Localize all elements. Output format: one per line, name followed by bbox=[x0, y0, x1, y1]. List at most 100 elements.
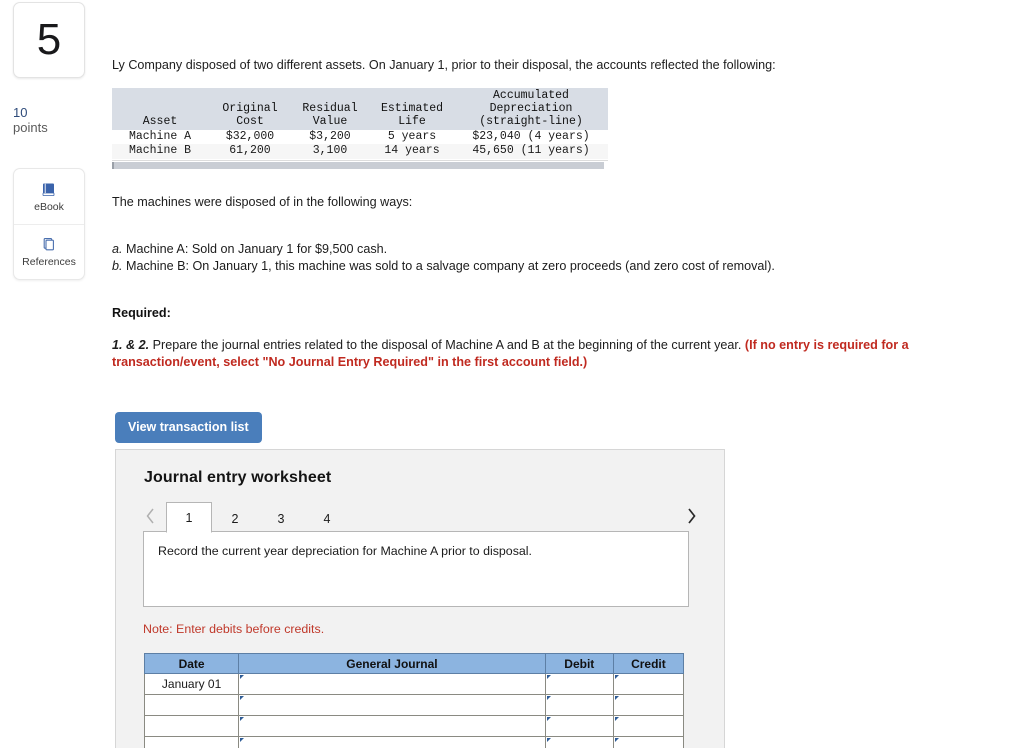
cell-debit[interactable] bbox=[544, 694, 614, 716]
cell-debit[interactable] bbox=[544, 736, 614, 748]
cell-asset: Machine A bbox=[112, 129, 210, 145]
cell-credit[interactable] bbox=[612, 694, 685, 716]
list-item-marker: b. bbox=[112, 259, 123, 273]
cell-accumulated-depreciation: $23,040 (4 years) bbox=[456, 129, 608, 145]
cell-asset: Machine B bbox=[112, 144, 210, 159]
table-row: January 01 bbox=[143, 673, 685, 695]
required-text: Prepare the journal entries related to t… bbox=[149, 338, 745, 352]
journal-header-date: Date bbox=[143, 653, 240, 674]
cell-marker-icon bbox=[614, 675, 619, 679]
points-block: 10 points bbox=[13, 105, 93, 135]
cell-general-journal[interactable] bbox=[238, 736, 546, 748]
worksheet-title: Journal entry worksheet bbox=[144, 469, 332, 486]
worksheet-tabs: 1 2 3 4 bbox=[142, 500, 702, 533]
cell-marker-icon bbox=[240, 717, 245, 721]
header-original-cost: Original Cost bbox=[210, 88, 292, 130]
points-label: points bbox=[13, 120, 48, 135]
tools-panel: eBook References bbox=[13, 168, 85, 280]
table-row bbox=[143, 694, 685, 716]
header-residual-value: Residual Value bbox=[292, 88, 370, 130]
next-tab-arrow[interactable] bbox=[683, 505, 699, 527]
asset-table-scrollbar[interactable] bbox=[112, 159, 608, 169]
pages-icon bbox=[40, 236, 58, 254]
tab-label: 2 bbox=[231, 512, 239, 526]
question-number: 5 bbox=[36, 15, 62, 64]
required-number: 1. & 2. bbox=[112, 338, 150, 352]
cell-general-journal[interactable] bbox=[238, 715, 546, 737]
instruction-box: Record the current year depreciation for… bbox=[143, 531, 689, 607]
tab-label: 1 bbox=[185, 510, 193, 525]
cell-debit[interactable] bbox=[544, 673, 614, 695]
required-header: Required: bbox=[112, 306, 171, 320]
question-number-box: 5 bbox=[13, 2, 85, 78]
tab-3[interactable]: 3 bbox=[258, 505, 304, 533]
tab-list: 1 2 3 4 bbox=[166, 500, 350, 533]
tab-2[interactable]: 2 bbox=[212, 505, 258, 533]
list-item: a. Machine A: Sold on January 1 for $9,5… bbox=[112, 241, 775, 258]
ebook-label: eBook bbox=[34, 200, 64, 213]
book-icon bbox=[40, 181, 58, 199]
journal-header-row: Date General Journal Debit Credit bbox=[143, 653, 685, 674]
disposal-list: a. Machine A: Sold on January 1 for $9,5… bbox=[112, 241, 775, 275]
scrollbar-thumb[interactable] bbox=[112, 161, 604, 169]
problem-intro: Ly Company disposed of two different ass… bbox=[112, 58, 776, 72]
chevron-left-icon bbox=[146, 508, 154, 524]
cell-marker-icon bbox=[614, 696, 619, 700]
references-button[interactable]: References bbox=[14, 224, 84, 279]
question-page: 5 10 points eBook References Ly Company … bbox=[0, 0, 1024, 748]
cell-date[interactable] bbox=[143, 715, 240, 737]
cell-residual-value: 3,100 bbox=[292, 144, 370, 159]
debits-before-credits-note: Note: Enter debits before credits. bbox=[143, 622, 325, 636]
cell-residual-value: $3,200 bbox=[292, 129, 370, 145]
view-transaction-list-button[interactable]: View transaction list bbox=[115, 412, 262, 443]
journal-header-debit: Debit bbox=[544, 653, 614, 674]
cell-general-journal[interactable] bbox=[238, 694, 546, 716]
cell-marker-icon bbox=[546, 717, 551, 721]
required-instructions: 1. & 2. Prepare the journal entries rela… bbox=[112, 337, 924, 371]
table-row: Machine B 61,200 3,100 14 years 45,650 (… bbox=[112, 144, 608, 159]
journal-table: Date General Journal Debit Credit Januar… bbox=[143, 653, 685, 748]
asset-table-header-row: Asset Original Cost Residual Value Estim… bbox=[112, 88, 608, 130]
cell-debit[interactable] bbox=[544, 715, 614, 737]
points-value: 10 bbox=[13, 105, 28, 120]
cell-original-cost: 61,200 bbox=[210, 144, 292, 159]
cell-date[interactable] bbox=[143, 694, 240, 716]
tab-1[interactable]: 1 bbox=[166, 502, 212, 533]
cell-credit[interactable] bbox=[612, 715, 685, 737]
cell-credit[interactable] bbox=[612, 736, 685, 748]
tab-label: 3 bbox=[277, 512, 285, 526]
cell-date[interactable] bbox=[143, 736, 240, 748]
prev-tab-arrow[interactable] bbox=[142, 505, 158, 527]
instruction-text: Record the current year depreciation for… bbox=[158, 544, 532, 558]
cell-marker-icon bbox=[546, 738, 551, 742]
cell-marker-icon bbox=[614, 717, 619, 721]
header-asset: Asset bbox=[112, 88, 210, 130]
asset-table-wrap: Asset Original Cost Residual Value Estim… bbox=[112, 88, 608, 169]
ebook-button[interactable]: eBook bbox=[14, 169, 84, 224]
cell-estimated-life: 5 years bbox=[370, 129, 456, 145]
header-estimated-life: Estimated Life bbox=[370, 88, 456, 130]
cell-marker-icon bbox=[546, 675, 551, 679]
cell-marker-icon bbox=[240, 675, 245, 679]
tab-4[interactable]: 4 bbox=[304, 505, 350, 533]
table-row bbox=[143, 736, 685, 748]
cell-date[interactable]: January 01 bbox=[143, 673, 240, 695]
references-label: References bbox=[22, 256, 76, 268]
journal-entry-worksheet-panel: Journal entry worksheet 1 2 3 4 Record t… bbox=[115, 449, 725, 748]
cell-marker-icon bbox=[614, 738, 619, 742]
journal-header-general-journal: General Journal bbox=[238, 653, 546, 674]
chevron-right-icon bbox=[687, 508, 696, 524]
cell-marker-icon bbox=[546, 696, 551, 700]
cell-estimated-life: 14 years bbox=[370, 144, 456, 159]
list-item-text: Machine B: On January 1, this machine wa… bbox=[122, 259, 775, 273]
journal-header-credit: Credit bbox=[612, 653, 685, 674]
table-row bbox=[143, 715, 685, 737]
header-accumulated-depreciation: Accumulated Depreciation (straight-line) bbox=[456, 88, 608, 130]
cell-credit[interactable] bbox=[612, 673, 685, 695]
disposal-intro: The machines were disposed of in the fol… bbox=[112, 195, 413, 209]
list-item-text: Machine A: Sold on January 1 for $9,500 … bbox=[122, 242, 388, 256]
cell-original-cost: $32,000 bbox=[210, 129, 292, 145]
tab-label: 4 bbox=[323, 512, 331, 526]
cell-general-journal[interactable] bbox=[238, 673, 546, 695]
table-row: Machine A $32,000 $3,200 5 years $23,040… bbox=[112, 129, 608, 145]
